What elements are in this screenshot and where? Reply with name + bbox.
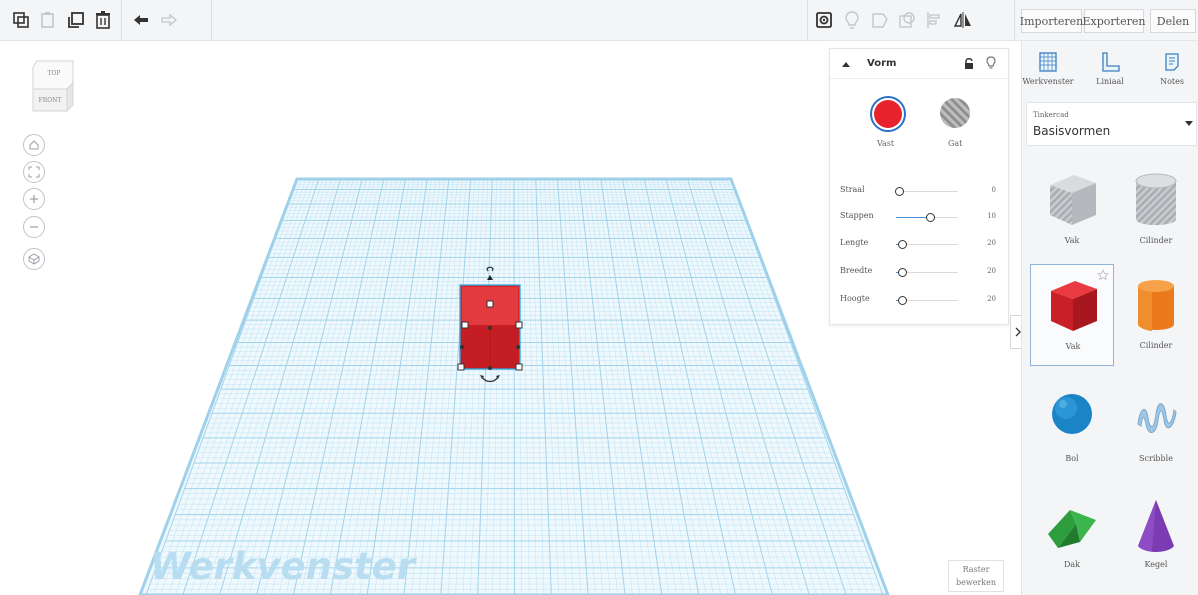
workplane-tool[interactable]: Werkvenster — [1022, 51, 1074, 97]
param-label: Hoogte — [840, 294, 870, 303]
ruler-icon — [1102, 52, 1120, 72]
cone-icon — [1138, 500, 1174, 552]
zoom-in-icon[interactable] — [23, 188, 45, 210]
param-slider[interactable] — [896, 240, 958, 249]
sphere-icon — [1052, 394, 1092, 434]
ungroup-icon[interactable] — [895, 8, 919, 32]
cylinder-icon — [1138, 280, 1174, 331]
duplicate-icon[interactable] — [64, 8, 88, 32]
edit-grid-label-line2: bewerken — [956, 578, 996, 587]
shape-tile-box[interactable]: Vak — [1030, 264, 1114, 366]
slider-knob[interactable] — [926, 213, 935, 222]
light-bulb-icon[interactable] — [986, 56, 996, 70]
library-source: Tinkercad — [1033, 111, 1069, 119]
solid-label: Vast — [877, 139, 895, 148]
mirror-icon[interactable] — [951, 8, 975, 32]
shape-label: Scribble — [1139, 454, 1173, 463]
param-value[interactable]: 20 — [987, 239, 996, 247]
param-slider[interactable] — [896, 296, 958, 305]
shape-label: Cilinder — [1139, 341, 1173, 350]
delete-icon[interactable] — [91, 8, 115, 32]
selected-box-shape[interactable] — [450, 263, 532, 391]
param-value[interactable]: 20 — [987, 295, 996, 303]
notes-tool-label: Notes — [1160, 77, 1184, 86]
shape-label: Cilinder — [1139, 236, 1173, 245]
align-icon[interactable] — [922, 8, 946, 32]
param-label: Stappen — [840, 211, 874, 220]
param-slider[interactable] — [896, 268, 958, 277]
fit-view-icon[interactable] — [23, 161, 45, 183]
param-label: Breedte — [840, 266, 873, 275]
inspector-title: Vorm — [867, 58, 897, 69]
shape-label: Dak — [1063, 560, 1081, 569]
view-cube-top-label[interactable]: TOP — [39, 70, 69, 77]
slider-knob[interactable] — [898, 240, 908, 249]
ruler-tool-label: Liniaal — [1096, 77, 1124, 86]
roof-icon — [1048, 510, 1096, 548]
hole-swatch[interactable] — [940, 98, 970, 128]
shape-library-select[interactable]: Tinkercad Basisvormen — [1026, 102, 1197, 146]
view-cube-front-label[interactable]: FRONT — [34, 97, 66, 104]
shape-label: Bol — [1065, 454, 1079, 463]
slider-fill — [896, 217, 927, 218]
scribble-icon — [1137, 403, 1177, 433]
library-name: Basisvormen — [1033, 124, 1111, 138]
share-button[interactable]: Delen — [1150, 9, 1196, 33]
param-value[interactable]: 0 — [992, 186, 996, 194]
notes-icon — [1165, 53, 1179, 71]
shape-label: Vak — [1064, 236, 1080, 245]
zoom-out-icon[interactable] — [23, 216, 45, 238]
box-icon — [1051, 281, 1097, 331]
group-icon[interactable] — [868, 8, 892, 32]
edit-grid-button[interactable]: Raster bewerken — [948, 560, 1004, 592]
shape-tile-box-hole[interactable]: Vak — [1030, 159, 1114, 261]
shape-tile-sphere[interactable]: Bol — [1030, 374, 1114, 476]
home-view-icon[interactable] — [23, 134, 45, 156]
shape-tile-roof[interactable]: Dak — [1030, 484, 1114, 586]
export-button[interactable]: Exporteren — [1083, 9, 1145, 33]
show-all-icon[interactable] — [812, 8, 836, 32]
notes-tool[interactable]: Notes — [1146, 51, 1198, 97]
edit-grid-label-line1: Raster — [962, 565, 990, 574]
paste-icon[interactable] — [36, 8, 60, 32]
lock-icon[interactable] — [964, 57, 974, 70]
hole-label: Gat — [948, 139, 963, 148]
shape-label: Vak — [1065, 342, 1081, 351]
solid-color-swatch[interactable] — [870, 96, 906, 132]
slider-knob[interactable] — [898, 268, 908, 277]
view-cube[interactable]: TOP FRONT — [31, 59, 77, 115]
box-hole-icon — [1050, 175, 1096, 225]
copy-icon[interactable] — [9, 8, 33, 32]
top-toolbar: Importeren Exporteren Delen — [0, 0, 1198, 41]
shape-tile-cone[interactable]: Kegel — [1114, 484, 1198, 586]
chevron-down-icon — [1185, 121, 1193, 126]
param-label: Straal — [840, 185, 865, 194]
param-value[interactable]: 10 — [987, 212, 996, 220]
inspector-header: Vorm — [830, 49, 1008, 79]
shape-inspector-panel: Vorm Vast Gat Straal 0 Stappen 10 Lengte 20 Br… — [829, 48, 1009, 325]
shape-tile-cylinder-hole[interactable]: Cilinder — [1114, 159, 1198, 261]
redo-icon[interactable] — [157, 8, 181, 32]
undo-icon[interactable] — [129, 8, 153, 32]
slider-knob[interactable] — [895, 187, 904, 196]
cylinder-hole-icon — [1135, 173, 1177, 225]
right-sidebar: Werkvenster Liniaal Notes Tinkercad Basi… — [1021, 41, 1198, 595]
import-button[interactable]: Importeren — [1020, 9, 1083, 33]
ruler-tool[interactable]: Liniaal — [1084, 51, 1136, 97]
slider-knob[interactable] — [898, 296, 908, 305]
shape-tile-cylinder[interactable]: Cilinder — [1114, 264, 1198, 366]
ortho-view-icon[interactable] — [23, 248, 45, 270]
param-slider[interactable] — [895, 187, 958, 196]
chevron-right-icon — [1015, 327, 1021, 337]
workplane-icon — [1039, 52, 1057, 72]
workplane-tool-label: Werkvenster — [1022, 77, 1074, 86]
workplane-watermark: Werkvenster — [150, 545, 415, 588]
collapse-caret-icon[interactable] — [841, 60, 851, 68]
shape-tile-scribble[interactable]: Scribble — [1114, 374, 1198, 476]
light-icon[interactable] — [840, 8, 864, 32]
param-label: Lengte — [840, 238, 869, 247]
param-value[interactable]: 20 — [987, 267, 996, 275]
shape-label: Kegel — [1144, 560, 1168, 569]
param-slider[interactable] — [896, 213, 958, 222]
